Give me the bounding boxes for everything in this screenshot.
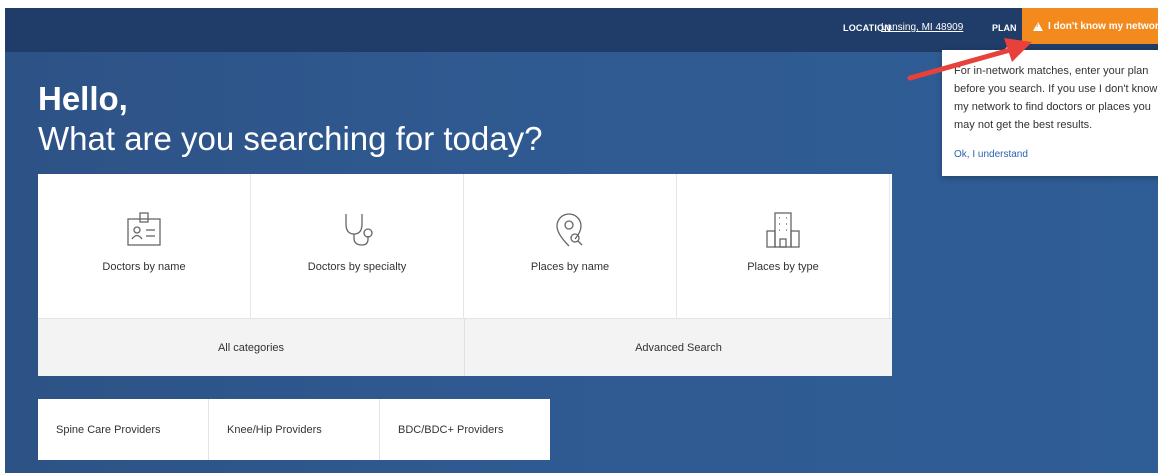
places-by-type-tile[interactable]: Places by type <box>677 174 890 318</box>
provider-shortcuts: Spine Care Providers Knee/Hip Providers … <box>38 399 550 460</box>
doctors-by-specialty-tile[interactable]: Doctors by specialty <box>251 174 464 318</box>
location-search-icon <box>556 213 583 247</box>
id-badge-icon <box>127 212 161 246</box>
places-by-name-label: Places by name <box>530 261 610 273</box>
annotation-arrow <box>907 38 1032 81</box>
search-options-card: Doctors by name Doctors by specialty Pla… <box>38 174 892 376</box>
places-by-type-label: Places by type <box>747 261 819 273</box>
places-by-name-tile[interactable]: Places by name <box>464 174 677 318</box>
doctors-by-name-label: Doctors by name <box>102 261 186 273</box>
ok-understand-link[interactable]: Ok, I understand <box>954 149 1028 160</box>
knee-hip-providers-button[interactable]: Knee/Hip Providers <box>209 399 380 460</box>
doctors-by-specialty-label: Doctors by specialty <box>307 261 407 273</box>
building-icon <box>766 212 800 248</box>
greeting-heading: Hello, <box>38 80 128 117</box>
doctors-by-name-tile[interactable]: Doctors by name <box>38 174 251 318</box>
all-categories-button[interactable]: All categories <box>38 319 465 376</box>
search-question-heading: What are you searching for today? <box>38 120 543 157</box>
spine-care-providers-button[interactable]: Spine Care Providers <box>38 399 209 460</box>
advanced-search-button[interactable]: Advanced Search <box>465 319 892 376</box>
bdc-providers-button[interactable]: BDC/BDC+ Providers <box>380 399 550 460</box>
secondary-search-row: All categories Advanced Search <box>38 318 892 376</box>
app-frame: LOCATION Lansing, MI 48909 PLAN I don't … <box>5 8 1158 473</box>
network-button-label: I don't know my network <box>1048 20 1158 32</box>
stethoscope-icon <box>345 214 373 246</box>
